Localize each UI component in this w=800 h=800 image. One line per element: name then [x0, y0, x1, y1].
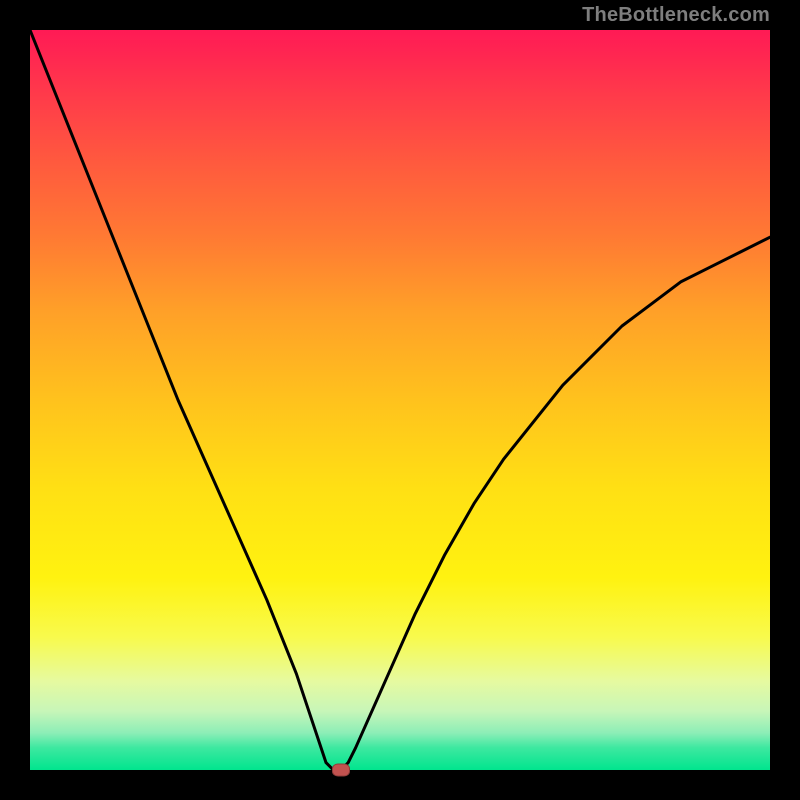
- bottleneck-curve: [30, 30, 770, 770]
- optimal-point-marker: [332, 764, 350, 777]
- watermark-text: TheBottleneck.com: [582, 4, 770, 27]
- bottleneck-chart: TheBottleneck.com: [0, 0, 800, 800]
- curve-layer: [30, 30, 770, 770]
- plot-area: [30, 30, 770, 770]
